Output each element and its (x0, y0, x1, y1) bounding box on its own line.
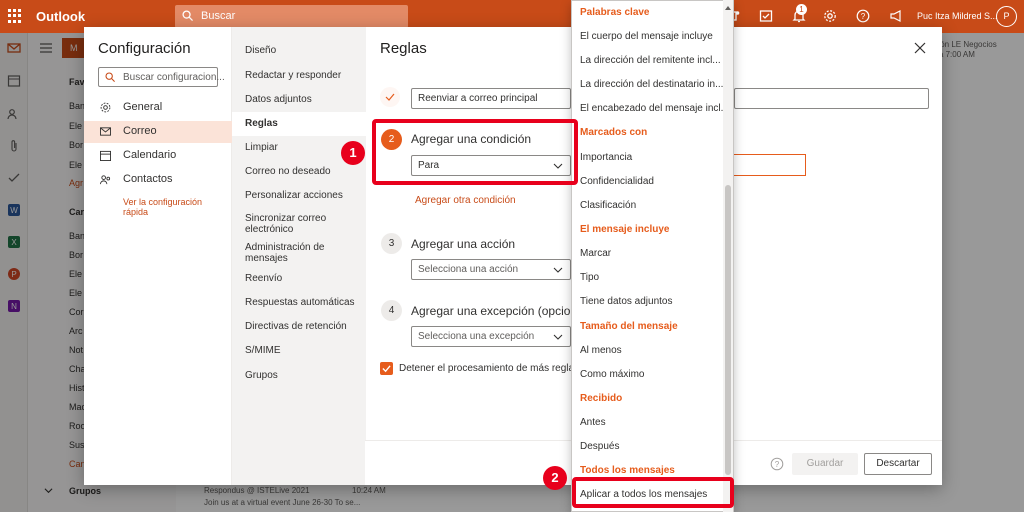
settings-item-compose[interactable]: Redactar y responder (245, 70, 365, 81)
settings-item-actions[interactable]: Personalizar acciones (245, 190, 365, 201)
menu-header-all-messages: Todos los mensajes (580, 465, 675, 476)
help-icon[interactable]: ? (770, 457, 784, 471)
callout-highlight-apply-all (572, 477, 734, 508)
step4-label: Agregar una excepción (opcional) (411, 304, 591, 318)
condition-value-input[interactable] (730, 154, 806, 176)
condition-dropdown-menu: Palabras clave El cuerpo del mensaje inc… (571, 0, 734, 512)
rule-name-value: Reenviar a correo principal (418, 93, 538, 104)
step3-label: Agregar una acción (411, 237, 516, 251)
todo-icon[interactable] (759, 9, 773, 23)
callout-number: 1 (341, 141, 365, 165)
user-name: Puc Itza Mildred S... (917, 11, 998, 21)
settings-categories-pane (84, 27, 232, 485)
svg-text:?: ? (775, 460, 780, 469)
settings-item-smime[interactable]: S/MIME (245, 345, 365, 356)
settings-item-auto-replies[interactable]: Respuestas automáticas (245, 297, 365, 308)
save-button[interactable]: Guardar (792, 453, 858, 475)
gear-icon (100, 102, 111, 113)
category-label: Correo (123, 125, 157, 137)
gear-icon[interactable] (823, 9, 837, 23)
scroll-up-icon[interactable] (724, 4, 732, 12)
outlook-window: Outlook Buscar 1 ? Puc Itza Mildred S...… (0, 0, 1024, 512)
stop-processing-checkbox[interactable] (380, 362, 393, 375)
action-placeholder: Selecciona una acción (418, 264, 519, 275)
close-icon[interactable] (914, 42, 926, 54)
avatar[interactable]: P (996, 6, 1017, 27)
people-icon (100, 175, 111, 185)
menu-header-message-size: Tamaño del mensaje (580, 321, 678, 332)
settings-title: Configuración (98, 40, 191, 57)
calendar-icon (100, 150, 111, 161)
menu-item-recipient-includes[interactable]: La dirección del destinatario in... (580, 79, 723, 90)
rules-title: Reglas (380, 40, 427, 57)
stop-processing-label: Detener el procesamiento de más reglas (399, 363, 580, 374)
menu-item-header-includes[interactable]: El encabezado del mensaje incl... (580, 103, 729, 114)
menu-header-received: Recibido (580, 393, 623, 404)
menu-item-at-least[interactable]: Al menos (580, 345, 622, 356)
menu-header-keywords: Palabras clave (580, 7, 650, 18)
category-label: General (123, 101, 163, 113)
category-general[interactable]: General (84, 97, 232, 119)
menu-item-flag[interactable]: Marcar (580, 248, 611, 259)
svg-text:?: ? (861, 12, 866, 21)
mail-icon (100, 127, 111, 136)
settings-item-message-handling[interactable]: Administración de mensajes (245, 242, 345, 264)
settings-item-attachments[interactable]: Datos adjuntos (245, 94, 365, 105)
menu-item-sensitivity[interactable]: Confidencialidad (580, 176, 654, 187)
chevron-down-icon (553, 334, 563, 340)
menu-item-sender-includes[interactable]: La dirección del remitente incl... (580, 55, 721, 66)
menu-item-at-most[interactable]: Como máximo (580, 369, 644, 380)
search-placeholder: Buscar (201, 10, 236, 22)
callout-number: 2 (543, 466, 567, 490)
quick-settings-link[interactable]: Ver la configuración rápida (123, 197, 223, 217)
category-label: Contactos (123, 173, 173, 185)
search-icon (182, 10, 193, 21)
settings-search-placeholder: Buscar configuracion... (123, 72, 225, 83)
settings-search-input[interactable]: Buscar configuracion... (98, 67, 225, 87)
app-launcher-icon[interactable] (8, 9, 22, 23)
step3-number: 3 (381, 233, 402, 254)
settings-item-forwarding[interactable]: Reenvío (245, 273, 365, 284)
menu-header-message-includes: El mensaje incluye (580, 224, 670, 235)
category-calendar[interactable]: Calendario (84, 145, 232, 167)
search-box[interactable]: Buscar (175, 5, 408, 28)
settings-item-retention[interactable]: Directivas de retención (245, 321, 365, 332)
callout-highlight-condition (372, 119, 578, 185)
settings-item-layout[interactable]: Diseño (245, 45, 365, 56)
add-condition-link[interactable]: Agregar otra condición (415, 195, 516, 206)
exception-placeholder: Selecciona una excepción (418, 331, 535, 342)
checkmark-icon (385, 93, 395, 101)
action-select[interactable]: Selecciona una acción (411, 259, 571, 280)
menu-item-body-includes[interactable]: El cuerpo del mensaje incluye (580, 31, 713, 42)
menu-item-has-attachments[interactable]: Tiene datos adjuntos (580, 296, 672, 307)
category-contacts[interactable]: Contactos (84, 169, 232, 191)
help-icon[interactable]: ? (856, 9, 870, 23)
app-name[interactable]: Outlook (36, 9, 85, 24)
megaphone-icon[interactable] (889, 9, 903, 23)
rule-name-input-tail[interactable] (734, 88, 929, 109)
settings-item-sync[interactable]: Sincronizar correo electrónico (245, 213, 355, 235)
search-icon (105, 72, 115, 82)
menu-header-marked-with: Marcados con (580, 127, 648, 138)
checkmark-icon (382, 365, 391, 373)
settings-item-rules[interactable]: Reglas (232, 112, 366, 136)
exception-select[interactable]: Selecciona una excepción (411, 326, 571, 347)
category-mail[interactable]: Correo (84, 121, 232, 143)
menu-scrollbar-thumb[interactable] (725, 185, 731, 475)
rule-name-input[interactable]: Reenviar a correo principal (411, 88, 571, 109)
notification-badge: 1 (796, 4, 807, 15)
menu-item-before[interactable]: Antes (580, 417, 606, 428)
step4-number: 4 (381, 300, 402, 321)
category-label: Calendario (123, 149, 177, 161)
discard-button[interactable]: Descartar (864, 453, 932, 475)
settings-item-junk[interactable]: Correo no deseado (245, 166, 365, 177)
menu-item-classification[interactable]: Clasificación (580, 200, 636, 211)
step1-status (380, 87, 400, 107)
menu-item-after[interactable]: Después (580, 441, 619, 452)
menu-item-importance[interactable]: Importancia (580, 152, 632, 163)
menu-item-type[interactable]: Tipo (580, 272, 599, 283)
chevron-down-icon (553, 267, 563, 273)
settings-item-groups[interactable]: Grupos (245, 370, 365, 381)
